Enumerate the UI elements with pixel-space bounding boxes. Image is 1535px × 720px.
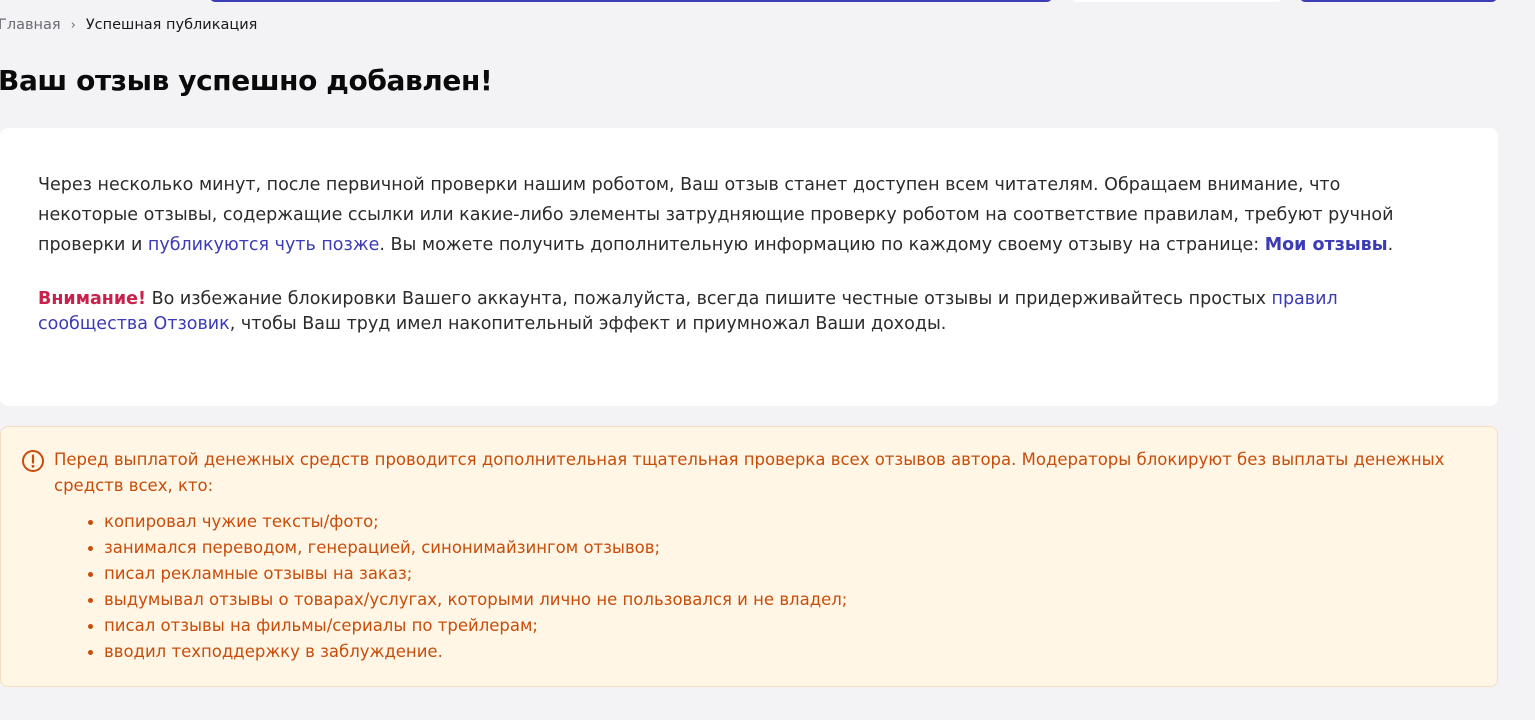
- info-text-middle: . Вы можете получить дополнительную инфо…: [379, 235, 1265, 255]
- notice-list: копировал чужие тексты/фото; занимался п…: [54, 509, 847, 665]
- breadcrumb: Главная › Успешная публикация: [0, 17, 257, 33]
- list-item: занимался переводом, генерацией, синоним…: [54, 535, 847, 561]
- exclamation-circle-icon: [21, 449, 45, 473]
- list-item: вводил техподдержку в заблуждение.: [54, 639, 847, 665]
- my-reviews-link[interactable]: Мои отзывы: [1265, 235, 1388, 255]
- list-item: писал рекламные отзывы на заказ;: [54, 561, 847, 587]
- warning-text-end: , чтобы Ваш труд имел накопительный эффе…: [229, 314, 947, 334]
- header-button[interactable]: [1072, 0, 1282, 2]
- breadcrumb-home-link[interactable]: Главная: [0, 17, 61, 33]
- list-item: писал отзывы на фильмы/сериалы по трейле…: [54, 613, 847, 639]
- payout-notice: Перед выплатой денежных средств проводит…: [0, 426, 1498, 687]
- breadcrumb-current: Успешная публикация: [85, 17, 258, 33]
- notice-text: Перед выплатой денежных средств проводит…: [54, 450, 1445, 495]
- page-title: Ваш отзыв успешно добавлен!: [0, 64, 493, 97]
- breadcrumb-separator: ›: [70, 17, 76, 33]
- info-text-end: .: [1387, 235, 1394, 255]
- list-item: копировал чужие тексты/фото;: [54, 509, 847, 535]
- info-paragraph: Через несколько минут, после первичной п…: [38, 170, 1418, 260]
- info-card: Через несколько минут, после первичной п…: [0, 128, 1498, 406]
- search-input[interactable]: [210, 0, 1052, 2]
- warning-label: Внимание!: [38, 289, 147, 309]
- published-later-link[interactable]: публикуются чуть позже: [148, 235, 379, 255]
- warning-paragraph: Внимание! Во избежание блокировки Вашего…: [38, 287, 1418, 337]
- header-primary-button[interactable]: [1300, 0, 1497, 2]
- warning-text-start: Во избежание блокировки Вашего аккаунта,…: [146, 289, 1272, 309]
- list-item: выдумывал отзывы о товарах/услугах, кото…: [54, 587, 847, 613]
